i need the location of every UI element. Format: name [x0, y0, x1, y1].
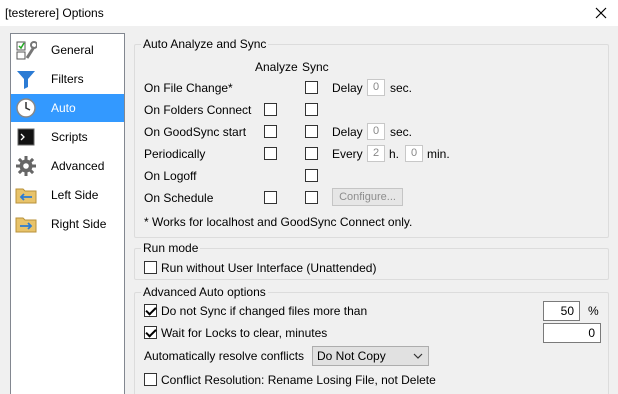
file-change-label: On File Change*: [144, 81, 233, 95]
footnote: * Works for localhost and GoodSync Conne…: [144, 215, 413, 229]
goodsync-start-analyze-checkbox[interactable]: [264, 125, 277, 138]
resolve-conflicts-value: Do Not Copy: [317, 349, 386, 363]
auto-analyze-title: Auto Analyze and Sync: [141, 37, 269, 51]
sidebar-item-label: Filters: [51, 72, 84, 86]
unattended-checkbox[interactable]: [144, 261, 157, 274]
folder-left-icon: [15, 188, 37, 204]
col-sync-header: Sync: [302, 60, 329, 74]
schedule-sync-checkbox[interactable]: [305, 191, 318, 204]
file-change-delay-label: Delay: [332, 81, 363, 95]
terminal-icon: [17, 128, 35, 146]
goodsync-start-sync-checkbox[interactable]: [305, 125, 318, 138]
no-sync-label: Do not Sync if changed files more than: [161, 304, 368, 318]
periodically-label: Periodically: [144, 147, 206, 161]
folders-connect-analyze-checkbox[interactable]: [264, 103, 277, 116]
goodsync-start-label: On GoodSync start: [144, 125, 247, 139]
gear-icon: [16, 156, 36, 176]
logoff-label: On Logoff: [144, 169, 197, 183]
sidebar-item-label: Advanced: [51, 159, 105, 173]
conflict-rename-checkbox[interactable]: [144, 373, 157, 386]
col-analyze-header: Analyze: [255, 60, 298, 74]
periodically-minutes-unit: min.: [427, 147, 450, 161]
close-icon: [595, 7, 607, 19]
no-sync-percent-input[interactable]: 50: [543, 301, 580, 321]
sidebar-item-label: Right Side: [51, 217, 107, 231]
schedule-analyze-checkbox[interactable]: [264, 191, 277, 204]
periodically-hours-input[interactable]: 2: [367, 145, 385, 162]
sidebar-item-label: Scripts: [51, 130, 88, 144]
wait-locks-checkbox[interactable]: [144, 326, 157, 339]
periodically-minutes-input[interactable]: 0: [405, 145, 423, 162]
periodically-analyze-checkbox[interactable]: [264, 147, 277, 160]
sidebar-item-scripts[interactable]: Scripts: [11, 123, 124, 151]
dialog-client: General Filters Auto Scripts Advanced Le…: [0, 26, 618, 394]
title-bar: [testerere] Options: [0, 0, 618, 26]
sidebar-item-filters[interactable]: Filters: [11, 65, 124, 93]
no-sync-checkbox[interactable]: [144, 304, 157, 317]
wait-locks-minutes-input[interactable]: 0: [543, 323, 601, 343]
auto-analyze-group: [134, 44, 609, 238]
filter-funnel-icon: [17, 71, 35, 89]
resolve-conflicts-label: Automatically resolve conflicts: [144, 349, 305, 363]
sidebar-item-auto[interactable]: Auto: [11, 94, 124, 122]
schedule-label: On Schedule: [144, 191, 214, 205]
periodically-hours-unit: h.: [389, 147, 400, 161]
file-change-sync-checkbox[interactable]: [305, 81, 318, 94]
no-sync-percent-unit: %: [588, 304, 599, 318]
sidebar-item-general[interactable]: General: [11, 36, 124, 64]
folders-connect-label: On Folders Connect: [144, 103, 252, 117]
sidebar-item-right-side[interactable]: Right Side: [11, 210, 124, 238]
window-title: [testerere] Options: [5, 6, 104, 20]
run-mode-title: Run mode: [141, 241, 201, 255]
folders-connect-sync-checkbox[interactable]: [305, 103, 318, 116]
sidebar-item-label: General: [51, 43, 94, 57]
advanced-auto-title: Advanced Auto options: [141, 285, 268, 299]
unattended-label: Run without User Interface (Unattended): [161, 261, 377, 275]
goodsync-start-unit: sec.: [390, 125, 413, 139]
sidebar-item-label: Auto: [51, 101, 76, 115]
sidebar-item-left-side[interactable]: Left Side: [11, 181, 124, 209]
configure-button[interactable]: Configure...: [332, 188, 403, 206]
close-button[interactable]: [584, 0, 618, 26]
clock-icon: [16, 98, 36, 118]
sidebar-item-label: Left Side: [51, 188, 99, 202]
file-change-unit: sec.: [390, 81, 413, 95]
resolve-conflicts-select[interactable]: Do Not Copy: [312, 346, 429, 366]
periodically-every-label: Every: [332, 147, 363, 161]
options-sidebar: General Filters Auto Scripts Advanced Le…: [10, 33, 125, 394]
chevron-down-icon: [413, 353, 423, 359]
logoff-sync-checkbox[interactable]: [305, 169, 318, 182]
periodically-sync-checkbox[interactable]: [305, 147, 318, 160]
goodsync-start-delay-input[interactable]: 0: [367, 123, 385, 140]
general-wrench-icon: [16, 41, 37, 60]
conflict-rename-label: Conflict Resolution: Rename Losing File,…: [161, 373, 436, 387]
file-change-delay-input[interactable]: 0: [367, 79, 385, 96]
goodsync-start-delay-label: Delay: [332, 125, 363, 139]
folder-right-icon: [15, 217, 37, 233]
sidebar-item-advanced[interactable]: Advanced: [11, 152, 124, 180]
wait-locks-label: Wait for Locks to clear, minutes: [161, 326, 328, 340]
